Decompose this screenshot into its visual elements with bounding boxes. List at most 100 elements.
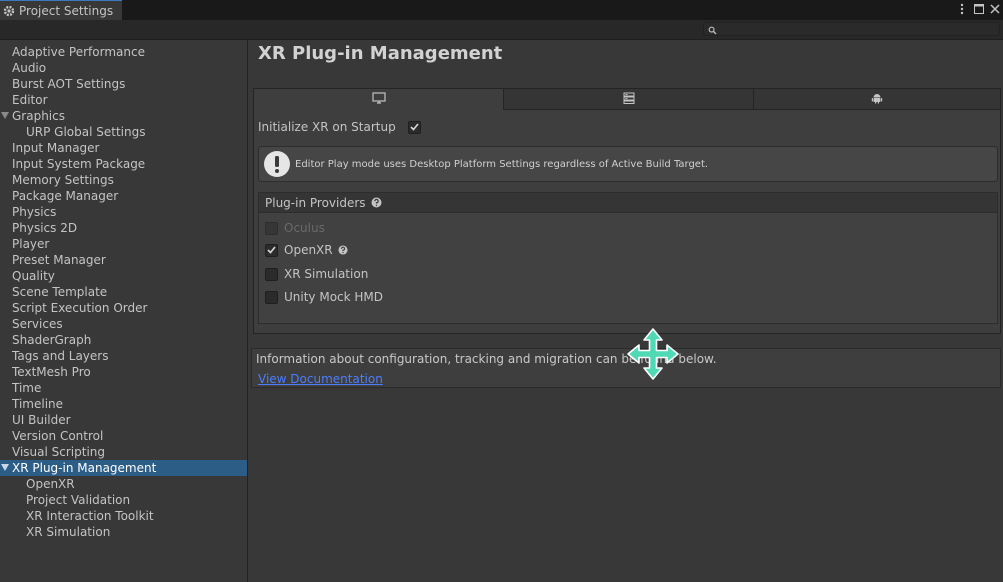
sidebar-item-label: Input System Package xyxy=(12,157,146,171)
tab-desktop[interactable] xyxy=(254,89,503,110)
sidebar-item-label: Timeline xyxy=(12,397,64,411)
provider-openxr: OpenXR xyxy=(265,242,349,258)
sidebar-item-label: Preset Manager xyxy=(12,253,106,267)
sidebar-item-label: ShaderGraph xyxy=(12,333,92,347)
sidebar-item-burst-aot-settings[interactable]: Burst AOT Settings xyxy=(0,76,247,92)
sidebar-item-label: Audio xyxy=(12,61,47,75)
view-documentation-link[interactable]: View Documentation xyxy=(258,372,383,386)
sidebar-item-script-execution-order[interactable]: Script Execution Order xyxy=(0,300,247,316)
search-icon xyxy=(708,24,718,35)
sidebar-item-label: Package Manager xyxy=(12,189,119,203)
sidebar-item-version-control[interactable]: Version Control xyxy=(0,428,247,444)
sidebar-item-label: Physics xyxy=(12,205,57,219)
sidebar-item-xr-plug-in-management[interactable]: XR Plug-in Management xyxy=(0,460,247,476)
move-cursor-icon xyxy=(627,328,679,380)
sidebar-item-scene-template[interactable]: Scene Template xyxy=(0,284,247,300)
page-title: XR Plug-in Management xyxy=(258,43,503,64)
sidebar-item-package-manager[interactable]: Package Manager xyxy=(0,188,247,204)
main-content: XR Plug-in Management Initialize XR on S… xyxy=(248,40,1003,582)
provider-xr-simulation-label: XR Simulation xyxy=(284,267,369,281)
platform-tabs xyxy=(254,89,1000,110)
sidebar-item-tags-and-layers[interactable]: Tags and Layers xyxy=(0,348,247,364)
tab-dedicated-server[interactable] xyxy=(503,89,753,110)
sidebar-item-label: Time xyxy=(12,381,42,395)
init-xr-row: Initialize XR on Startup xyxy=(258,119,421,135)
sidebar-item-adaptive-performance[interactable]: Adaptive Performance xyxy=(0,44,247,60)
plugin-providers-title: Plug-in Providers xyxy=(265,195,366,210)
sidebar-item-label: Services xyxy=(12,317,63,331)
warning-icon xyxy=(263,150,291,178)
sidebar-item-textmesh-pro[interactable]: TextMesh Pro xyxy=(0,364,247,380)
sidebar-item-label: Physics 2D xyxy=(12,221,78,235)
sidebar-item-label: UI Builder xyxy=(12,413,71,427)
provider-unity-mock-hmd-label: Unity Mock HMD xyxy=(284,290,384,304)
sidebar-item-label: Graphics xyxy=(12,109,65,123)
gear-icon xyxy=(2,4,16,18)
sidebar-item-xr-simulation[interactable]: XR Simulation xyxy=(0,524,247,540)
provider-xr-simulation-checkbox[interactable] xyxy=(265,267,278,281)
plugin-providers: Plug-in Providers Oculus OpenXR XR Simul… xyxy=(258,192,998,324)
tab-android[interactable] xyxy=(753,89,1000,110)
sidebar-item-editor[interactable]: Editor xyxy=(0,92,247,108)
provider-oculus: Oculus xyxy=(265,220,325,236)
more-options-icon[interactable] xyxy=(954,1,970,17)
dedicated-server-icon xyxy=(623,92,635,107)
sidebar-item-label: Editor xyxy=(12,93,48,107)
sidebar-item-physics[interactable]: Physics xyxy=(0,204,247,220)
provider-unity-mock-hmd-checkbox[interactable] xyxy=(265,290,278,304)
window-tab-bar: Project Settings xyxy=(0,0,1003,20)
sidebar-item-label: Memory Settings xyxy=(12,173,114,187)
sidebar-item-audio[interactable]: Audio xyxy=(0,60,247,76)
sidebar-item-shadergraph[interactable]: ShaderGraph xyxy=(0,332,247,348)
sidebar-item-graphics[interactable]: Graphics xyxy=(0,108,247,124)
help-icon[interactable] xyxy=(371,197,383,209)
sidebar-item-label: Project Validation xyxy=(26,493,131,507)
sidebar-item-label: Visual Scripting xyxy=(12,445,105,459)
sidebar-item-project-validation[interactable]: Project Validation xyxy=(0,492,247,508)
close-icon[interactable] xyxy=(987,1,1003,17)
foldout-arrow-icon[interactable] xyxy=(1,112,9,119)
sidebar-item-label: OpenXR xyxy=(26,477,75,491)
provider-oculus-checkbox xyxy=(265,221,278,235)
sidebar-item-memory-settings[interactable]: Memory Settings xyxy=(0,172,247,188)
sidebar-item-label: URP Global Settings xyxy=(26,125,146,139)
sidebar-item-visual-scripting[interactable]: Visual Scripting xyxy=(0,444,247,460)
sidebar-item-ui-builder[interactable]: UI Builder xyxy=(0,412,247,428)
foldout-arrow-icon[interactable] xyxy=(1,464,9,471)
sidebar-item-label: Player xyxy=(12,237,50,251)
sidebar-item-input-system-package[interactable]: Input System Package xyxy=(0,156,247,172)
info-section: Information about configuration, trackin… xyxy=(251,348,1001,388)
provider-unity-mock-hmd: Unity Mock HMD xyxy=(265,289,383,305)
provider-oculus-label: Oculus xyxy=(284,221,325,235)
sidebar-item-quality[interactable]: Quality xyxy=(0,268,247,284)
sidebar-item-player[interactable]: Player xyxy=(0,236,247,252)
maximize-icon[interactable] xyxy=(971,1,987,17)
android-icon xyxy=(871,92,883,107)
plugin-providers-header: Plug-in Providers xyxy=(259,193,997,213)
sidebar-item-label: Tags and Layers xyxy=(12,349,109,363)
sidebar-item-services[interactable]: Services xyxy=(0,316,247,332)
search-input[interactable] xyxy=(720,23,990,35)
sidebar-item-time[interactable]: Time xyxy=(0,380,247,396)
help-box-text: Editor Play mode uses Desktop Platform S… xyxy=(295,158,709,170)
project-settings-tab[interactable]: Project Settings xyxy=(0,0,122,20)
provider-openxr-checkbox[interactable] xyxy=(265,243,278,257)
sidebar-item-physics-2d[interactable]: Physics 2D xyxy=(0,220,247,236)
openxr-help-icon[interactable] xyxy=(337,244,349,256)
toolbar xyxy=(0,20,1003,40)
sidebar-item-label: XR Simulation xyxy=(26,525,111,539)
sidebar-item-urp-global-settings[interactable]: URP Global Settings xyxy=(0,124,247,140)
sidebar-item-label: Input Manager xyxy=(12,141,100,155)
help-box: Editor Play mode uses Desktop Platform S… xyxy=(258,146,998,182)
sidebar-item-xr-interaction-toolkit[interactable]: XR Interaction Toolkit xyxy=(0,508,247,524)
sidebar-item-label: Burst AOT Settings xyxy=(12,77,126,91)
sidebar-item-label: Scene Template xyxy=(12,285,108,299)
settings-search[interactable] xyxy=(703,22,1000,36)
window-title: Project Settings xyxy=(19,3,114,18)
sidebar-item-label: XR Interaction Toolkit xyxy=(26,509,154,523)
sidebar-item-input-manager[interactable]: Input Manager xyxy=(0,140,247,156)
init-xr-checkbox[interactable] xyxy=(408,120,421,134)
sidebar-item-timeline[interactable]: Timeline xyxy=(0,396,247,412)
sidebar-item-openxr[interactable]: OpenXR xyxy=(0,476,247,492)
sidebar-item-preset-manager[interactable]: Preset Manager xyxy=(0,252,247,268)
